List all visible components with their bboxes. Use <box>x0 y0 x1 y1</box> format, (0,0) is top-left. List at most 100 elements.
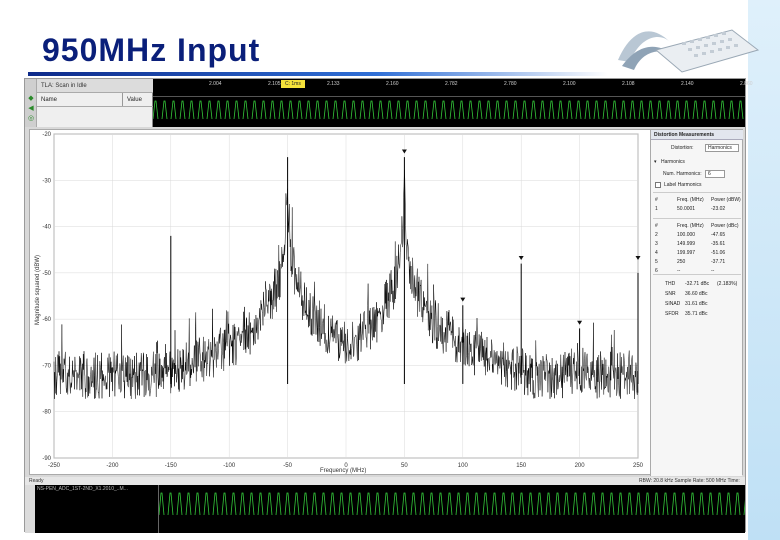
summary-row: SNR 36.60 dBc <box>651 290 743 298</box>
label-harmonics-checkbox[interactable] <box>655 182 661 188</box>
table-cell: 4 <box>655 250 658 256</box>
y-axis-label: Magnitude squared (dBW) <box>32 170 44 410</box>
column-name-header[interactable]: Name <box>37 93 123 106</box>
table-cell: Power (dBc) <box>711 223 739 229</box>
summary-cell: -32.71 dBc <box>685 281 710 287</box>
x-tick-label: 150 <box>516 463 527 469</box>
table-cell: 100.000 <box>677 232 696 238</box>
summary-cell: SINAD <box>665 301 681 307</box>
table-cell: 1 <box>655 206 658 212</box>
add-signal-icon[interactable]: ◆ <box>27 95 35 102</box>
harmonics-heading-row: ▾ Harmonics <box>651 158 743 166</box>
table-cell: 199.997 <box>677 250 696 256</box>
table-row: 5 250 -37.71 <box>651 258 743 266</box>
table-cell: 250 <box>677 259 686 265</box>
bottom-digital-waveform <box>158 492 750 516</box>
distortion-label: Distortion: <box>671 145 694 151</box>
summary-cell: SNR <box>665 291 676 297</box>
table-cell: -51.06 <box>711 250 726 256</box>
panel-separator <box>653 192 741 193</box>
table-cell: 2 <box>655 232 658 238</box>
analyzer-app-window: TLA: Scan in Idle ◆ ◀ ◎ Name Value 2.004… <box>24 78 753 533</box>
x-tick-label: 250 <box>633 463 644 469</box>
summary-cell: 36.60 dBc <box>685 291 708 297</box>
summary-cell: 31.61 dBc <box>685 301 708 307</box>
la-status-bar: TLA: Scan in Idle <box>25 79 153 93</box>
zoom-icon[interactable]: ◎ <box>27 115 35 122</box>
x-tick-label: -100 <box>223 463 236 469</box>
table-cell: Freq. (MHz) <box>677 197 704 203</box>
harmonics-header-row: # Freq. (MHz) Power (dBc) <box>651 222 743 230</box>
digital-signal-trace <box>158 492 750 516</box>
table-cell: -47.65 <box>711 232 726 238</box>
label-harmonics-text: Label Harmonics <box>664 182 702 188</box>
app-status-bar: Ready <box>25 477 745 485</box>
panel-separator <box>653 218 741 219</box>
harmonics-heading: Harmonics <box>661 159 685 165</box>
back-arrow-icon[interactable]: ◀ <box>27 105 35 112</box>
x-tick-label: -50 <box>283 463 292 469</box>
y-axis-label-text: Magnitude squared (dBW) <box>35 254 41 326</box>
table-cell: 149.999 <box>677 241 696 247</box>
x-tick-label: -200 <box>106 463 119 469</box>
fundamental-header-row: # Freq. (MHz) Power (dBW) <box>651 196 743 204</box>
table-cell: # <box>655 223 658 229</box>
table-cell: 3 <box>655 241 658 247</box>
slide-title: 950MHz Input <box>42 32 261 68</box>
bottom-waveform-view[interactable] <box>158 485 750 533</box>
file-path-text: NS-PEN_ADC_1ST-2ND_X1.2010_..M... <box>37 486 128 492</box>
table-cell: 5 <box>655 259 658 265</box>
summary-cell: THD <box>665 281 676 287</box>
spectrum-plot[interactable]: -250 -200 -150 -100 -50 0 50 100 150 200 250-20-30… <box>30 130 650 476</box>
distortion-panel-title[interactable]: Distortion Measurements <box>651 130 743 140</box>
collapse-triangle-icon[interactable]: ▾ <box>654 158 657 166</box>
bottom-side-toolbar <box>25 485 35 533</box>
table-row: 3 149.999 -35.61 <box>651 240 743 248</box>
distortion-panel: Distortion Measurements Distortion: Harm… <box>650 130 743 476</box>
summary-cell: (2.183%) <box>717 281 738 287</box>
distortion-select[interactable]: Harmonics <box>705 144 739 152</box>
summary-row: SINAD 31.61 dBc <box>651 300 743 308</box>
top-waveform-view[interactable]: 2.004 2.105 2.133 2.160 2.782 2.780 2.100 2.108… <box>153 79 753 127</box>
summary-cell: 35.71 dBc <box>685 311 708 317</box>
slide-title-rule <box>28 72 608 76</box>
table-cell: -23.02 <box>711 206 726 212</box>
x-tick-label: -250 <box>48 463 61 469</box>
spectrum-window: -250 -200 -150 -100 -50 0 50 100 150 200 250 -20 -30… <box>29 129 743 476</box>
y-tick-label: -80 <box>42 410 51 416</box>
digital-signal-trace <box>153 100 744 120</box>
num-harmonics-row: Num. Harmonics: 6 <box>651 170 743 178</box>
summary-row: SFDR 35.71 dBc <box>651 310 743 318</box>
top-digital-waveform <box>153 100 744 120</box>
logic-analyzer-bottom: Ready RBW: 20.8 kHz Sample Rate: 500 MHz… <box>25 477 750 533</box>
table-cell: Freq. (MHz) <box>677 223 704 229</box>
la-side-toolbar: ◆ ◀ ◎ <box>25 79 37 127</box>
table-cell: 50.0001 <box>677 206 696 212</box>
x-tick-label: -150 <box>165 463 178 469</box>
signal-list-panel: TLA: Scan in Idle ◆ ◀ ◎ Name Value <box>25 79 153 127</box>
y-tick-label: -20 <box>42 132 51 138</box>
x-tick-label: 100 <box>458 463 469 469</box>
distortion-row: Distortion: Harmonics <box>651 144 743 152</box>
table-cell: # <box>655 197 658 203</box>
signal-column-headers: Name Value <box>37 93 153 107</box>
x-axis-label: Frequency (MHz) <box>320 468 367 474</box>
table-row: 1 50.0001 -23.02 <box>651 205 743 213</box>
x-tick-label: 50 <box>401 463 408 469</box>
panel-separator <box>653 274 741 275</box>
table-row: 4 199.997 -51.06 <box>651 249 743 257</box>
summary-row: THD -32.71 dBc (2.183%) <box>651 280 743 288</box>
num-harmonics-label: Num. Harmonics: <box>663 171 702 177</box>
table-row: 2 100.000 -47.65 <box>651 231 743 239</box>
num-harmonics-input[interactable]: 6 <box>705 170 725 178</box>
y-tick-label: -90 <box>42 456 51 462</box>
table-cell: -35.61 <box>711 241 726 247</box>
logic-analyzer-top: TLA: Scan in Idle ◆ ◀ ◎ Name Value 2.004… <box>25 79 753 127</box>
status-ready-text: Ready <box>29 478 44 484</box>
summary-cell: SFDR <box>665 311 679 317</box>
x-tick-label: 200 <box>575 463 586 469</box>
table-cell: Power (dBW) <box>711 197 741 203</box>
label-harmonics-row: Label Harmonics <box>651 181 743 189</box>
column-value-header[interactable]: Value <box>123 93 153 106</box>
bottom-signal-list: NS-PEN_ADC_1ST-2ND_X1.2010_..M... <box>25 485 159 533</box>
